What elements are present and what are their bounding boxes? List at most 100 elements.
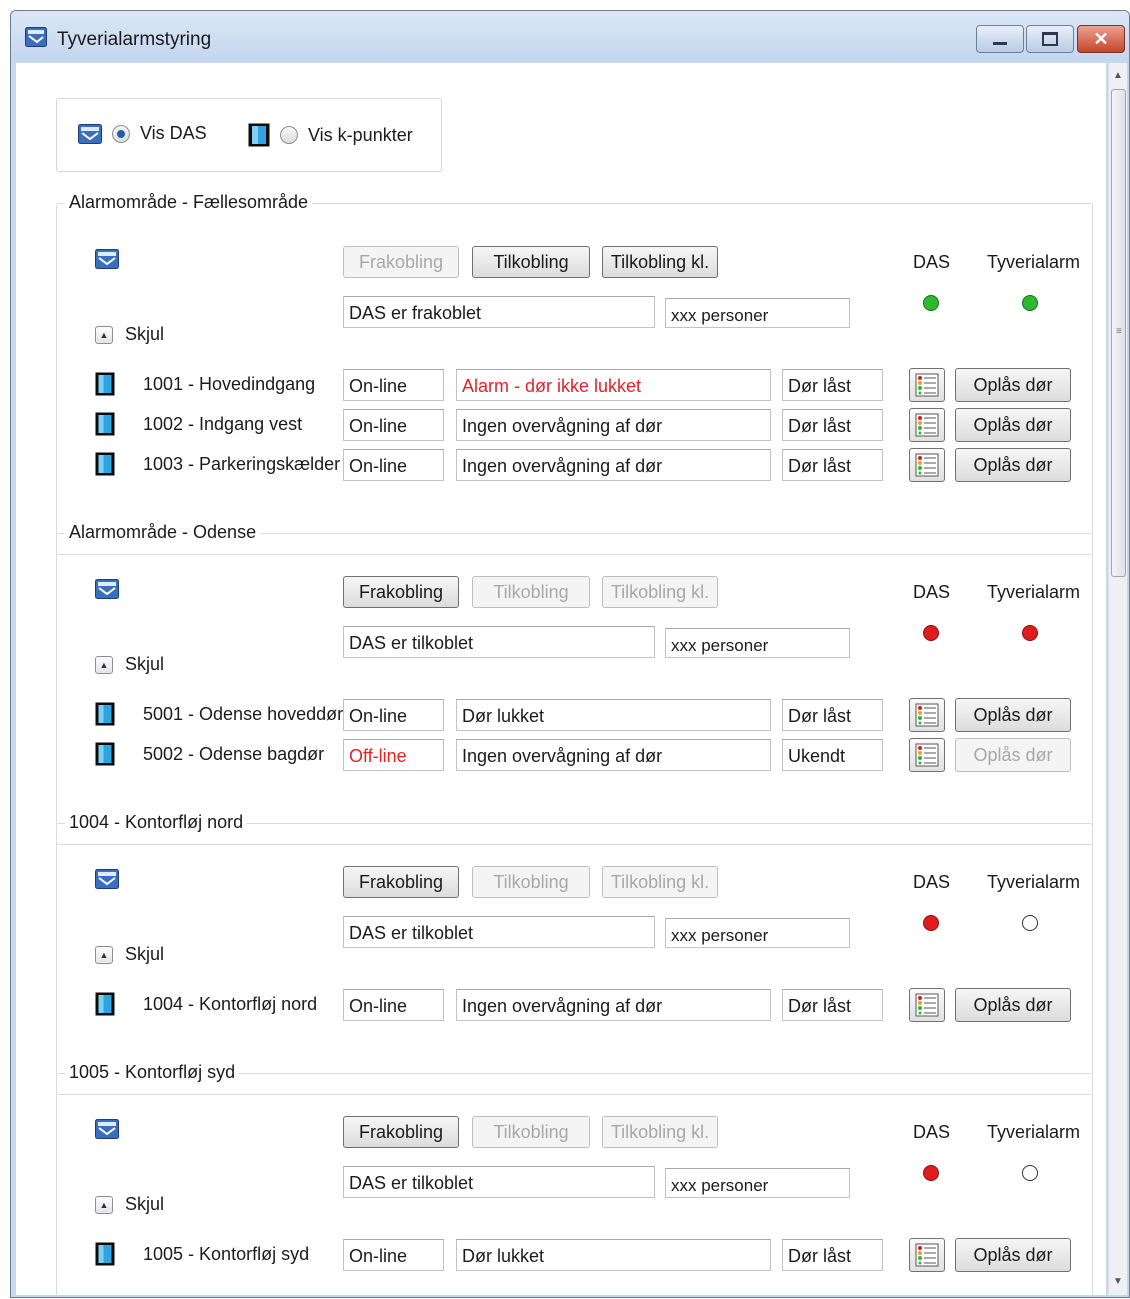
persons-count-text: xxx personer [671,926,769,945]
door-state-field: Alarm - dør ikke lukket [456,369,771,401]
door-online-field: On-line [343,1239,444,1271]
door-name: 1002 - Indgang vest [143,414,303,434]
door-online-field: On-line [343,449,444,481]
event-log-icon [915,453,939,477]
tilkobling-kl-button: Tilkobling kl. [602,576,718,608]
view-kpunkter-radio[interactable] [280,126,298,144]
unlock-door-button[interactable]: Oplås dør [955,698,1071,732]
unlock-door-button[interactable]: Oplås dør [955,448,1071,482]
persons-count-field: xxx personer [665,628,850,658]
door-name: 1003 - Parkeringskælder [143,454,341,474]
door-lock-field: Ukendt [782,739,883,771]
tyverialarm-header: Tyverialarm [987,872,1081,892]
hide-toggle[interactable]: ▲ Skjul [95,324,164,345]
maximize-button[interactable] [1026,25,1074,53]
frakobling-button[interactable]: Frakobling [343,1116,459,1148]
event-log-button[interactable] [909,408,945,442]
door-online-field: On-line [343,369,444,401]
door-state-field: Ingen overvågning af dør [456,989,771,1021]
frakobling-button: Frakobling [343,246,459,278]
close-button[interactable]: ✕ [1077,25,1125,53]
das-status-field: DAS er tilkoblet [343,626,655,658]
alarm-area-title: Alarmområde - Fællesområde [65,192,313,213]
event-log-button[interactable] [909,1238,945,1272]
title-bar[interactable]: Tyverialarmstyring ✕ [11,11,1129,61]
door-lock-field: Dør låst [782,989,883,1021]
das-status-field: DAS er tilkoblet [343,916,655,948]
door-icon [95,1242,115,1266]
minimize-button[interactable] [976,25,1024,53]
event-log-icon [915,1243,939,1267]
das-status-led [923,915,939,931]
unlock-door-button[interactable]: Oplås dør [955,988,1071,1022]
door-icon [95,742,115,766]
tyverialarm-header: Tyverialarm [987,252,1081,272]
frakobling-button[interactable]: Frakobling [343,866,459,898]
das-status-led [923,295,939,311]
door-online-field: On-line [343,989,444,1021]
das-icon [95,249,119,269]
unlock-door-button[interactable]: Oplås dør [955,1238,1071,1272]
door-state-field: Ingen overvågning af dør [456,409,771,441]
alarm-area-group: Alarmområde - Fællesområde Frakobling Tilk… [56,192,1093,555]
door-lock-field: Dør låst [782,409,883,441]
door-state-field: Ingen overvågning af dør [456,449,771,481]
close-icon: ✕ [1093,28,1109,49]
unlock-door-button[interactable]: Oplås dør [955,408,1071,442]
scroll-down-icon[interactable]: ▼ [1109,1273,1127,1291]
frakobling-button[interactable]: Frakobling [343,576,459,608]
event-log-button[interactable] [909,738,945,772]
collapse-icon: ▲ [95,945,113,964]
door-name: 5001 - Odense hoveddør [143,704,344,724]
hide-toggle[interactable]: ▲ Skjul [95,654,164,675]
window-title: Tyverialarmstyring [57,29,212,50]
das-header: DAS [913,1122,951,1142]
door-lock-field: Dør låst [782,1239,883,1271]
event-log-icon [915,993,939,1017]
das-icon [95,579,119,599]
das-icon [95,869,119,889]
event-log-button[interactable] [909,368,945,402]
hide-label: Skjul [125,324,165,344]
tilkobling-kl-button: Tilkobling kl. [602,866,718,898]
persons-count-field: xxx personer [665,1168,850,1198]
tilkobling-kl-button[interactable]: Tilkobling kl. [602,246,718,278]
unlock-door-button[interactable]: Oplås dør [955,368,1071,402]
hide-toggle[interactable]: ▲ Skjul [95,1194,164,1215]
door-online-field: Off-line [343,739,444,771]
hide-label: Skjul [125,654,165,674]
app-icon [25,27,47,47]
scroll-thumb[interactable]: ≡ [1111,89,1126,577]
door-icon [95,412,115,436]
view-das-label: Vis DAS [140,123,207,143]
scroll-up-icon[interactable]: ▲ [1109,67,1127,85]
view-das-radio[interactable] [112,124,130,143]
vertical-scrollbar[interactable]: ▲ ≡ ▼ [1108,63,1127,1295]
event-log-button[interactable] [909,988,945,1022]
persons-count-field: xxx personer [665,918,850,948]
door-icon [248,123,270,147]
door-online-field: On-line [343,699,444,731]
tilkobling-button[interactable]: Tilkobling [472,246,590,278]
door-icon [95,992,115,1016]
alarm-status-led [1022,625,1038,641]
alarm-status-led [1022,295,1038,311]
das-status-led [923,1165,939,1181]
alarm-area-group: Alarmområde - Odense Frakobling Tilkobling… [56,522,1093,845]
door-lock-field: Dør låst [782,449,883,481]
event-log-icon [915,703,939,727]
event-log-icon [915,743,939,767]
window-content: Vis DAS Vis k-punkter Alarmområde - Fæll… [16,63,1106,1297]
view-das-option[interactable]: Vis DAS [78,123,207,144]
event-log-button[interactable] [909,698,945,732]
das-header: DAS [913,252,951,272]
door-lock-field: Dør låst [782,369,883,401]
door-state-field: Dør lukket [456,1239,771,1271]
event-log-button[interactable] [909,448,945,482]
door-name: 1005 - Kontorfløj syd [143,1244,310,1264]
door-lock-field: Dør låst [782,699,883,731]
collapse-icon: ▲ [95,325,113,344]
das-header: DAS [913,582,951,602]
hide-toggle[interactable]: ▲ Skjul [95,944,164,965]
view-kpunkter-option[interactable]: Vis k-punkter [248,123,413,147]
